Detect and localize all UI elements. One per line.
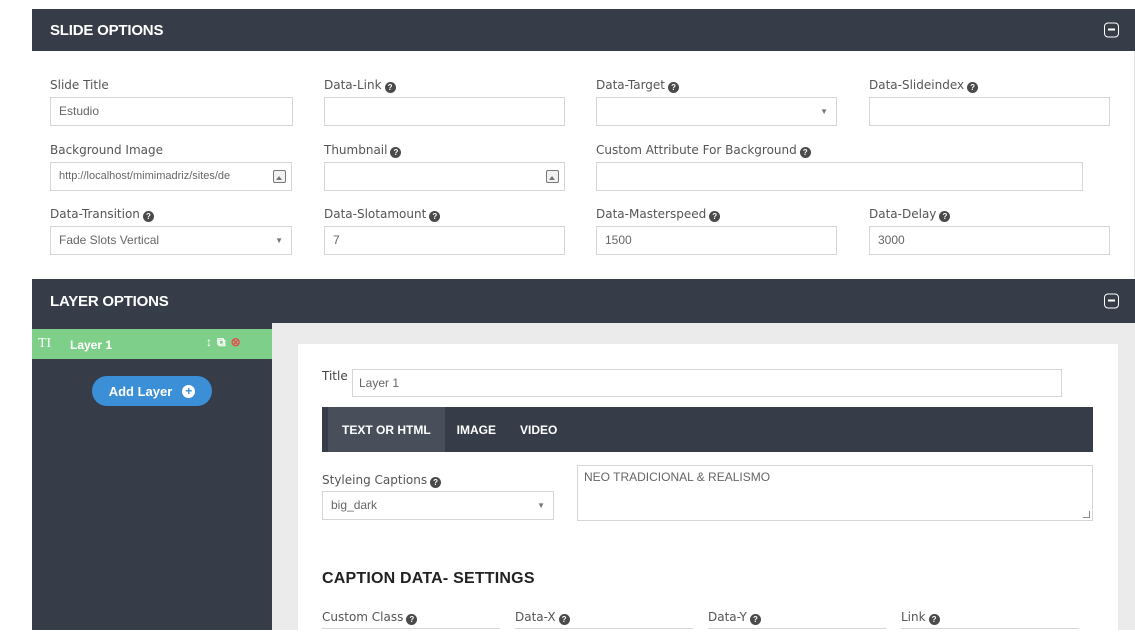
dropdown-arrow-icon: ▼: [820, 107, 828, 116]
help-icon[interactable]: ?: [384, 82, 396, 93]
data-transition-field: Data-Transition? Fade Slots Vertical ▼: [50, 206, 292, 255]
data-link-label: Data-Link?: [324, 77, 565, 93]
delete-icon[interactable]: ⊗: [231, 335, 241, 349]
layer-title-label: Title: [322, 369, 348, 383]
layer-name: Layer 1: [70, 338, 113, 352]
background-image-field: Background Image http://localhost/mimima…: [50, 142, 292, 191]
help-icon[interactable]: ?: [967, 82, 979, 93]
data-x-label: Data-X?: [515, 610, 570, 625]
help-icon[interactable]: ?: [430, 477, 442, 488]
caption-text-area[interactable]: NEO TRADICIONAL & REALISMO: [577, 465, 1093, 521]
link-label: Link?: [901, 610, 940, 625]
tab-image[interactable]: IMAGE: [445, 407, 508, 452]
data-slideindex-input[interactable]: [869, 97, 1110, 126]
custom-attribute-field: Custom Attribute For Background?: [596, 142, 1083, 191]
slide-options-title: SLIDE OPTIONS: [50, 21, 164, 39]
layer-type-tabs: TEXT OR HTML IMAGE VIDEO: [322, 407, 1093, 452]
layer-list-item[interactable]: TI Layer 1 ↕ ⧉ ⊗: [32, 329, 272, 359]
custom-attribute-input[interactable]: [596, 162, 1083, 191]
custom-class-label: Custom Class?: [322, 610, 418, 625]
data-slotamount-input[interactable]: 7: [324, 226, 565, 255]
move-icon[interactable]: ↕: [206, 335, 212, 349]
caption-style-select[interactable]: big_dark ▼: [322, 491, 554, 520]
data-target-label: Data-Target?: [596, 77, 837, 93]
help-icon[interactable]: ?: [142, 211, 154, 222]
background-image-input[interactable]: http://localhost/mimimadriz/sites/de: [50, 162, 292, 191]
data-masterspeed-input[interactable]: 1500: [596, 226, 837, 255]
background-image-label: Background Image: [50, 143, 163, 157]
image-picker-icon[interactable]: [546, 170, 559, 183]
image-picker-icon[interactable]: [273, 170, 286, 183]
layer-title-input[interactable]: Layer 1: [352, 369, 1062, 397]
add-layer-button[interactable]: Add Layer +: [92, 376, 212, 406]
layer-list-sidebar: TI Layer 1 ↕ ⧉ ⊗ Add Layer +: [32, 323, 272, 630]
help-icon[interactable]: ?: [406, 614, 418, 625]
help-icon[interactable]: ?: [749, 614, 761, 625]
data-delay-input[interactable]: 3000: [869, 226, 1110, 255]
data-target-field: Data-Target? ▼: [596, 77, 837, 126]
dropdown-arrow-icon: ▼: [537, 501, 545, 510]
plus-circle-icon: +: [182, 384, 196, 398]
layer-options-header: LAYER OPTIONS: [32, 279, 1135, 323]
slide-options-header: SLIDE OPTIONS: [32, 9, 1135, 51]
tab-video[interactable]: VIDEO: [508, 407, 569, 452]
data-target-select[interactable]: ▼: [596, 97, 837, 126]
data-link-field: Data-Link?: [324, 77, 565, 126]
thumbnail-input[interactable]: [324, 162, 565, 191]
layer-editor-card: Title Layer 1 TEXT OR HTML IMAGE VIDEO S…: [298, 344, 1118, 630]
thumbnail-label: Thumbnail?: [324, 142, 565, 158]
data-slotamount-field: Data-Slotamount? 7: [324, 206, 565, 255]
data-masterspeed-field: Data-Masterspeed? 1500: [596, 206, 837, 255]
caption-data-settings-heading: CAPTION DATA- SETTINGS: [322, 570, 535, 587]
layer-options-title: LAYER OPTIONS: [50, 292, 169, 310]
help-icon[interactable]: ?: [668, 82, 680, 93]
duplicate-icon[interactable]: ⧉: [217, 335, 226, 349]
custom-attribute-label: Custom Attribute For Background?: [596, 142, 1083, 158]
data-y-label: Data-Y?: [708, 610, 761, 625]
data-link-input[interactable]: [324, 97, 565, 126]
help-icon[interactable]: ?: [390, 147, 402, 158]
tab-text-or-html[interactable]: TEXT OR HTML: [328, 407, 445, 452]
slide-title-field: Slide Title Estudio: [50, 77, 293, 126]
help-icon[interactable]: ?: [928, 614, 940, 625]
collapse-layer-options-icon[interactable]: [1104, 293, 1119, 309]
data-transition-label: Data-Transition?: [50, 206, 292, 222]
data-transition-select[interactable]: Fade Slots Vertical ▼: [50, 226, 292, 255]
caption-style-label: Styleing Captions?: [322, 473, 442, 488]
data-delay-label: Data-Delay?: [869, 206, 1110, 222]
resize-grip-icon[interactable]: [1083, 511, 1090, 518]
collapse-slide-options-icon[interactable]: [1104, 22, 1119, 38]
thumbnail-field: Thumbnail?: [324, 142, 565, 191]
slide-title-label: Slide Title: [50, 78, 109, 92]
help-icon[interactable]: ?: [558, 614, 570, 625]
help-icon[interactable]: ?: [939, 211, 951, 222]
help-icon[interactable]: ?: [799, 147, 811, 158]
help-icon[interactable]: ?: [429, 211, 441, 222]
help-icon[interactable]: ?: [709, 211, 721, 222]
data-slideindex-field: Data-Slideindex?: [869, 77, 1110, 126]
data-slideindex-label: Data-Slideindex?: [869, 77, 1110, 93]
slide-options-body: Slide Title Estudio Data-Link? Data-Targ…: [32, 51, 1135, 277]
data-slotamount-label: Data-Slotamount?: [324, 206, 565, 222]
data-masterspeed-label: Data-Masterspeed?: [596, 206, 837, 222]
dropdown-arrow-icon: ▼: [275, 236, 283, 245]
data-delay-field: Data-Delay? 3000: [869, 206, 1110, 255]
text-layer-icon: TI: [38, 336, 52, 351]
slide-title-input[interactable]: Estudio: [50, 97, 293, 126]
